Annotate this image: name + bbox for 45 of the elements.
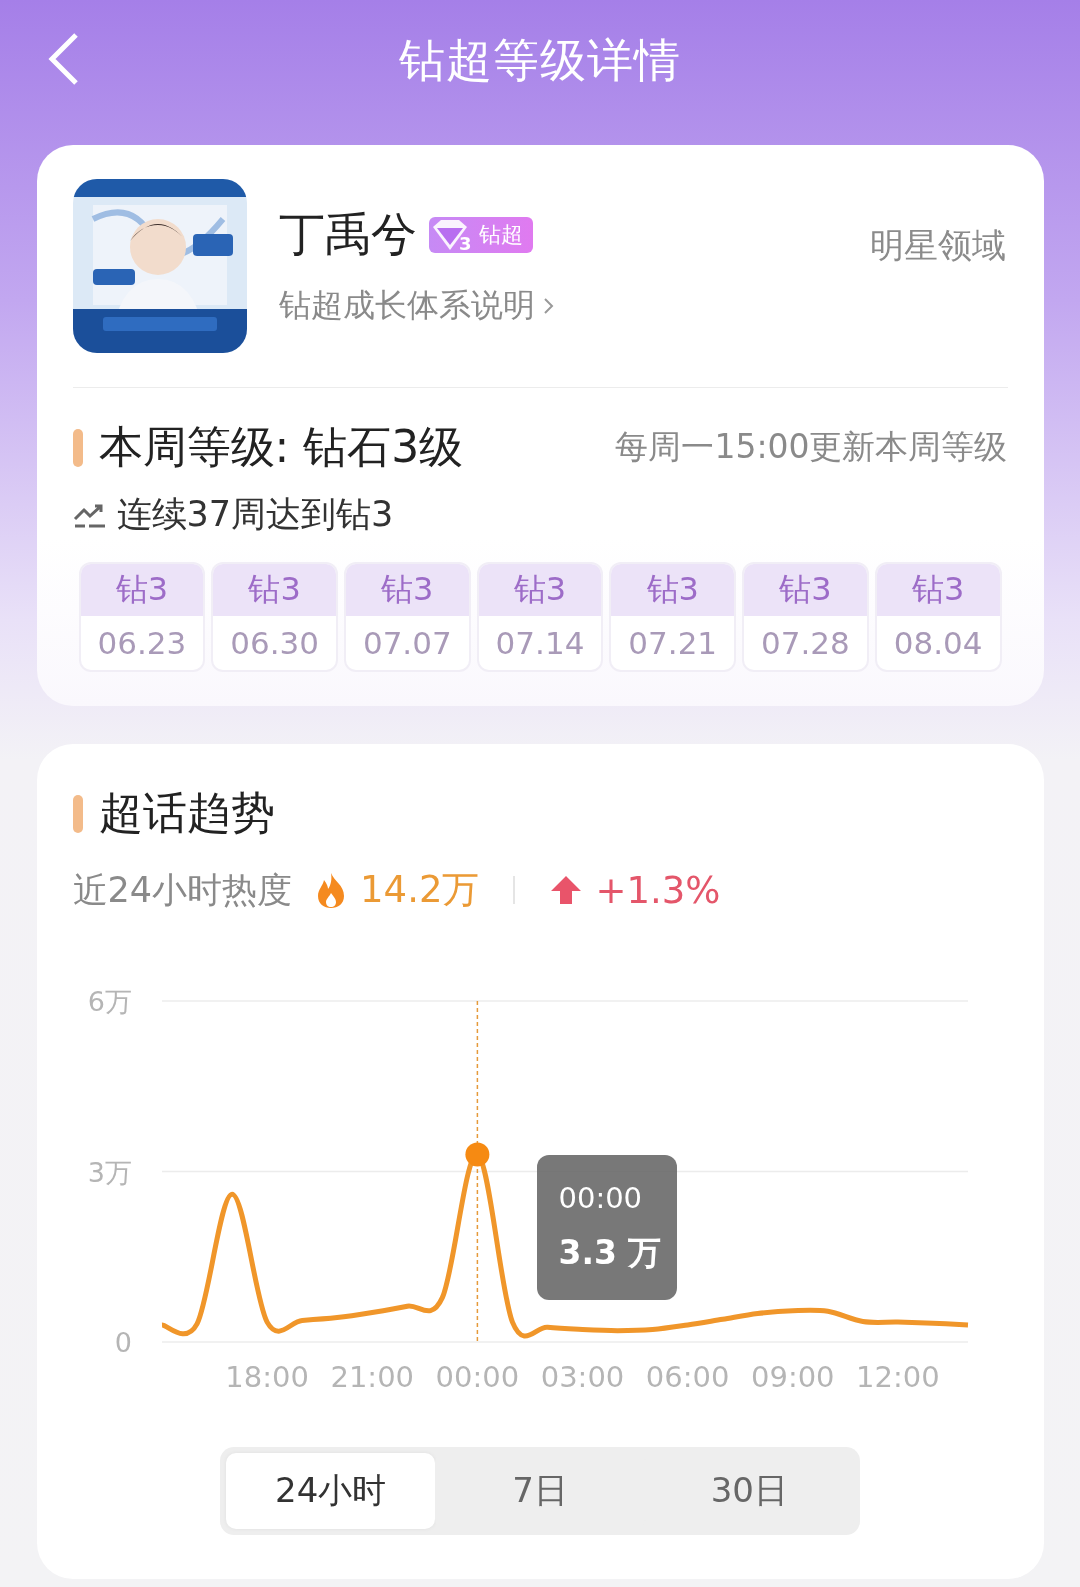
week-level: 钻3	[876, 564, 1000, 616]
section-marker	[72, 428, 83, 467]
star-name: 丁禹兮	[278, 206, 417, 263]
week-level: 钻3	[611, 564, 735, 616]
week-date: 06.23	[96, 624, 188, 663]
page-title: 钻超等级详情	[399, 31, 681, 89]
range-tab[interactable]: 24小时	[226, 1453, 436, 1529]
section-marker	[72, 794, 83, 833]
heat-label: 近24小时热度	[72, 868, 293, 912]
update-note: 每周一15:00更新本周等级	[615, 426, 1008, 468]
week-level: 钻3	[213, 564, 336, 616]
back-icon	[46, 31, 80, 87]
y-axis-label: 3万	[87, 1156, 132, 1188]
x-axis-label: 03:00	[540, 1360, 624, 1394]
week-level: 钻3	[744, 564, 867, 616]
streak-text: 连续37周达到钻3	[116, 493, 394, 536]
week-level: 钻3	[345, 564, 469, 616]
week-date: 07.14	[494, 624, 586, 663]
x-axis-label: 06:00	[645, 1360, 729, 1394]
section-title: 超话趋势	[98, 786, 275, 840]
week-date: 07.07	[361, 624, 453, 663]
week-date: 08.04	[892, 624, 984, 663]
x-axis-label: 18:00	[224, 1360, 309, 1394]
growth-system-link[interactable]: 钻超成长体系说明	[278, 284, 1008, 328]
section-title: 本周等级: 钻石3级	[98, 420, 464, 474]
week-level: 钻3	[80, 564, 204, 616]
y-axis-label: 0	[114, 1327, 132, 1358]
tooltip-value: 3.3 万	[558, 1232, 663, 1274]
x-axis-label: 21:00	[329, 1360, 414, 1394]
x-axis-label: 12:00	[855, 1360, 940, 1394]
week-level: 钻3	[478, 564, 602, 616]
x-axis-label: 00:00	[435, 1360, 519, 1394]
tooltip-time: 00:00	[558, 1181, 644, 1215]
week-date: 06.30	[229, 624, 320, 663]
chevron-right-icon	[542, 296, 555, 316]
level-badge: 3 钻超	[428, 217, 533, 253]
x-axis-label: 09:00	[750, 1360, 835, 1394]
y-axis-label: 6万	[87, 986, 132, 1017]
week-date: 07.28	[760, 624, 851, 663]
data-point	[464, 1142, 489, 1167]
domain-label: 明星领域	[869, 224, 1006, 267]
heat-value: 14.2万	[360, 867, 480, 913]
heat-change: +1.3%	[595, 868, 721, 912]
up-arrow-icon	[549, 874, 584, 906]
week-date: 07.21	[627, 624, 719, 663]
